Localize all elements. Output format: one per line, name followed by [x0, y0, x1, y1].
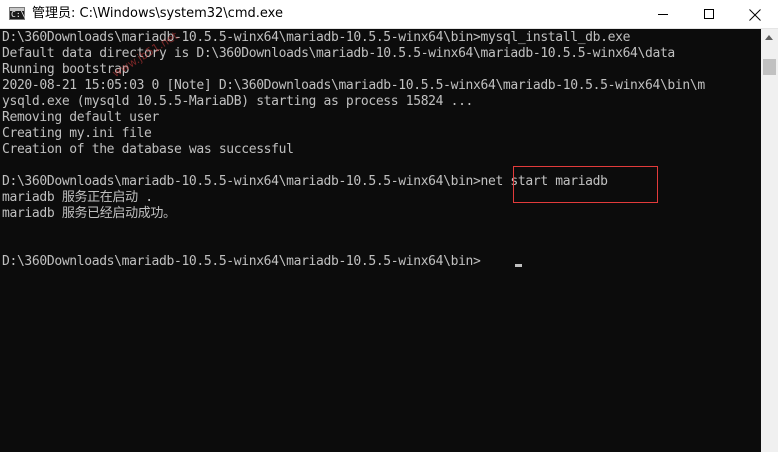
- command-highlight-box: [513, 166, 658, 203]
- close-button[interactable]: [732, 0, 778, 29]
- cmd-icon[interactable]: C:\: [9, 7, 25, 20]
- scroll-thumb[interactable]: [763, 59, 776, 75]
- window-title: 管理员: C:\Windows\system32\cmd.exe: [32, 6, 283, 21]
- minimize-button[interactable]: [640, 0, 686, 29]
- console-line: mariadb 服务正在启动 .: [2, 190, 153, 205]
- console-line: mariadb 服务已经启动成功。: [2, 206, 176, 221]
- text-cursor: [515, 264, 522, 267]
- maximize-button[interactable]: [686, 0, 732, 29]
- vertical-scrollbar[interactable]: [761, 29, 778, 452]
- maximize-icon: [704, 9, 714, 19]
- minimize-icon: [658, 14, 668, 15]
- console-line: ysqld.exe (mysqld 10.5.5-MariaDB) starti…: [2, 94, 474, 109]
- console-line: Default data directory is D:\360Download…: [2, 46, 675, 61]
- close-icon: [749, 9, 761, 21]
- scroll-up-button[interactable]: [761, 29, 778, 46]
- console-prompt: D:\360Downloads\mariadb-10.5.5-winx64\ma…: [2, 254, 481, 269]
- console-line: Creation of the database was successful: [2, 142, 294, 157]
- chevron-up-icon: [765, 35, 773, 40]
- console-line: Removing default user: [2, 110, 160, 125]
- cmd-window: C:\ 管理员: C:\Windows\system32\cmd.exe D:\…: [0, 0, 778, 452]
- title-bar[interactable]: C:\ 管理员: C:\Windows\system32\cmd.exe: [0, 0, 778, 29]
- console-line: Creating my.ini file: [2, 126, 152, 141]
- console-line: D:\360Downloads\mariadb-10.5.5-winx64\ma…: [2, 30, 631, 45]
- console-output[interactable]: D:\360Downloads\mariadb-10.5.5-winx64\ma…: [0, 29, 761, 452]
- console-line: 2020-08-21 15:05:03 0 [Note] D:\360Downl…: [2, 78, 705, 93]
